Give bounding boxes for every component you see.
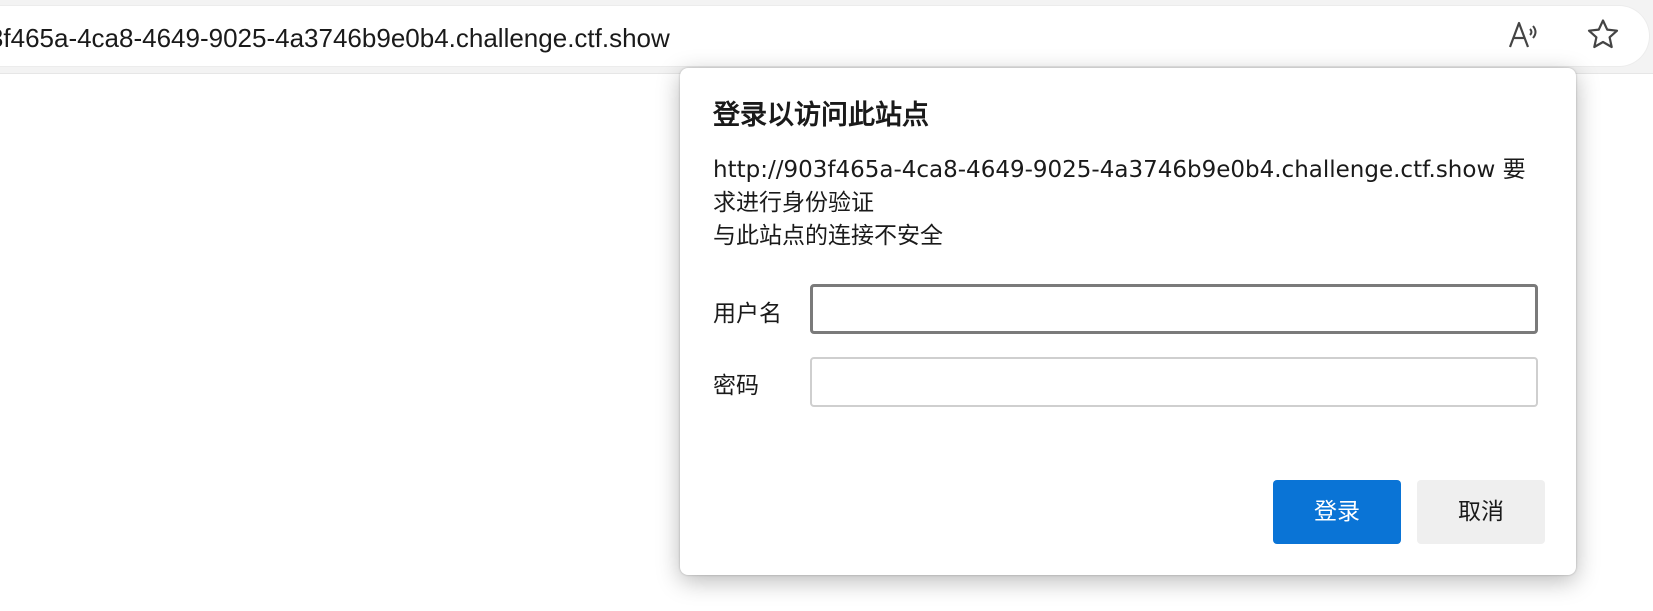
- address-bar-url[interactable]: 903f465a-4ca8-4649-9025-4a3746b9e0b4.cha…: [0, 23, 670, 53]
- insecure-connection-warning: 与此站点的连接不安全: [713, 223, 943, 249]
- password-input[interactable]: [810, 357, 1538, 407]
- password-label: 密码: [713, 373, 759, 399]
- auth-request-text: http://903f465a-4ca8-4649-9025-4a3746b9e…: [713, 157, 1526, 216]
- star-icon[interactable]: [1585, 17, 1621, 53]
- username-label: 用户名: [713, 301, 782, 327]
- cancel-button[interactable]: 取消: [1417, 480, 1545, 544]
- dialog-title: 登录以访问此站点: [713, 100, 929, 131]
- browser-window: 903f465a-4ca8-4649-9025-4a3746b9e0b4.cha…: [0, 0, 1653, 611]
- login-button[interactable]: 登录: [1273, 480, 1401, 544]
- address-bar[interactable]: 903f465a-4ca8-4649-9025-4a3746b9e0b4.cha…: [0, 6, 1649, 66]
- auth-dialog: 登录以访问此站点 http://903f465a-4ca8-4649-9025-…: [680, 68, 1576, 575]
- read-aloud-icon[interactable]: [1506, 17, 1542, 53]
- dialog-message: http://903f465a-4ca8-4649-9025-4a3746b9e…: [713, 154, 1533, 253]
- browser-toolbar: 903f465a-4ca8-4649-9025-4a3746b9e0b4.cha…: [0, 0, 1653, 74]
- username-input[interactable]: [810, 284, 1538, 334]
